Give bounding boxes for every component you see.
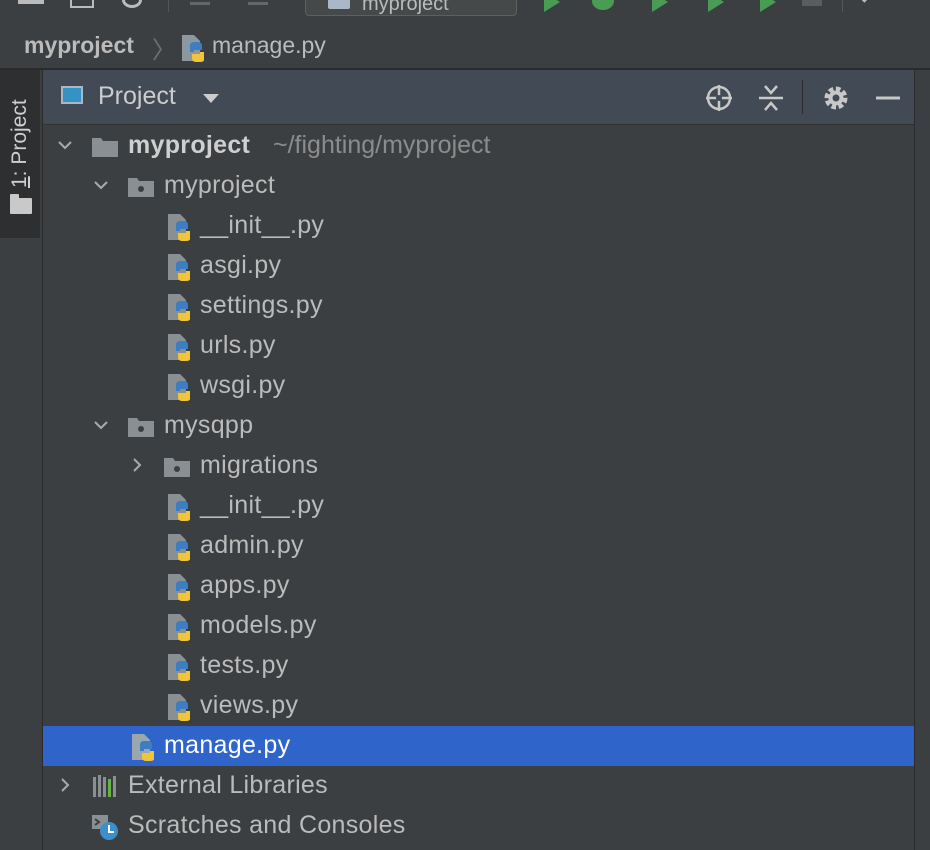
python-file-icon xyxy=(168,654,190,681)
file-label: asgi.py xyxy=(200,251,282,279)
file-label: admin.py xyxy=(200,531,304,559)
file-label: tests.py xyxy=(200,651,289,679)
python-file-icon xyxy=(132,734,154,761)
tree-row-root[interactable]: myproject ~/fighting/myproject xyxy=(43,126,914,166)
tree-row-folder[interactable]: migrations xyxy=(43,446,914,486)
chevron-down-icon[interactable] xyxy=(57,137,73,153)
stop-icon[interactable] xyxy=(802,0,822,6)
gear-icon[interactable] xyxy=(820,82,852,114)
hide-icon[interactable] xyxy=(872,82,904,114)
tree-row-file[interactable]: tests.py xyxy=(43,646,914,686)
project-tab-text: : Project xyxy=(8,99,31,177)
python-file-icon xyxy=(168,294,190,321)
run-configuration-select[interactable]: myproject xyxy=(305,0,517,16)
python-file-icon xyxy=(168,374,190,401)
tree-row-scratches[interactable]: Scratches and Consoles xyxy=(43,806,914,846)
project-tab-mnemonic: 1 xyxy=(8,176,31,188)
package-folder-icon xyxy=(164,458,190,477)
python-file-icon xyxy=(168,534,190,561)
run-with-coverage-icon[interactable] xyxy=(652,0,668,12)
breadcrumb-project[interactable]: myproject xyxy=(24,32,134,59)
tree-row-file[interactable]: apps.py xyxy=(43,566,914,606)
editor-edge xyxy=(914,70,930,850)
project-view-icon xyxy=(61,86,83,104)
file-label: urls.py xyxy=(200,331,276,359)
run-icon[interactable] xyxy=(544,0,560,12)
package-folder-icon xyxy=(128,418,154,437)
tree-row-file[interactable]: views.py xyxy=(43,686,914,726)
refresh-icon[interactable] xyxy=(122,0,142,8)
collapse-all-icon[interactable] xyxy=(755,82,787,114)
concurrency-icon[interactable] xyxy=(760,0,776,12)
scratches-icon xyxy=(92,815,118,840)
file-label: models.py xyxy=(200,611,317,639)
breadcrumb: myproject 〉 manage.py xyxy=(0,22,930,70)
back-icon[interactable] xyxy=(190,2,210,5)
python-file-icon xyxy=(168,494,190,521)
package-label: myproject xyxy=(164,171,276,199)
file-label: __init__.py xyxy=(200,211,325,239)
tree-row-file[interactable]: urls.py xyxy=(43,326,914,366)
folder-label: migrations xyxy=(200,451,319,479)
tree-row-file[interactable]: models.py xyxy=(43,606,914,646)
root-label: myproject xyxy=(128,131,251,159)
django-config-icon xyxy=(328,0,350,9)
breadcrumb-file[interactable]: manage.py xyxy=(212,32,326,59)
tree-row-file[interactable]: settings.py xyxy=(43,286,914,326)
package-folder-icon xyxy=(128,178,154,197)
library-icon xyxy=(93,775,116,797)
chevron-right-icon[interactable] xyxy=(129,457,145,473)
project-tool-tab[interactable]: 1: Project xyxy=(0,70,40,238)
tree-row-file[interactable]: __init__.py xyxy=(43,206,914,246)
file-label: apps.py xyxy=(200,571,290,599)
python-file-icon xyxy=(168,334,190,361)
tree-row-file[interactable]: asgi.py xyxy=(43,246,914,286)
build-icon[interactable] xyxy=(861,0,889,16)
root-path: ~/fighting/myproject xyxy=(273,131,491,159)
run-config-label: myproject xyxy=(362,0,449,15)
external-libraries-label: External Libraries xyxy=(128,771,328,799)
debug-icon[interactable] xyxy=(592,0,614,10)
project-tool-tab-label: 1: Project xyxy=(8,99,32,188)
profile-icon[interactable] xyxy=(708,0,724,12)
python-file-icon xyxy=(168,574,190,601)
locate-icon[interactable] xyxy=(703,82,735,114)
left-tool-stripe: 1: Project xyxy=(0,70,43,850)
panel-header: Project xyxy=(43,70,914,125)
breadcrumb-separator: 〉 xyxy=(152,37,176,64)
file-label: __init__.py xyxy=(200,491,325,519)
tree-row-package[interactable]: myproject xyxy=(43,166,914,206)
file-label: settings.py xyxy=(200,291,323,319)
python-file-icon xyxy=(182,35,204,62)
folder-icon xyxy=(92,138,118,157)
python-file-icon xyxy=(168,214,190,241)
tree-row-file[interactable]: wsgi.py xyxy=(43,366,914,406)
tree-row-file-selected[interactable]: manage.py xyxy=(43,726,914,766)
forward-icon[interactable] xyxy=(248,2,268,5)
tree-row-file[interactable]: __init__.py xyxy=(43,486,914,526)
project-panel: Project myproject ~/fighting/myproject m… xyxy=(43,70,914,850)
chevron-down-icon[interactable] xyxy=(203,94,219,103)
package-label: mysqpp xyxy=(164,411,254,439)
chevron-down-icon[interactable] xyxy=(93,177,109,193)
menu-icon[interactable] xyxy=(18,0,44,4)
python-file-icon xyxy=(168,694,190,721)
layout-icon[interactable] xyxy=(70,0,94,8)
main-toolbar: myproject xyxy=(0,0,930,22)
tree-row-external-libraries[interactable]: External Libraries xyxy=(43,766,914,806)
file-label: views.py xyxy=(200,691,299,719)
tree-row-package[interactable]: mysqpp xyxy=(43,406,914,446)
folder-icon xyxy=(10,194,32,214)
scratches-label: Scratches and Consoles xyxy=(128,811,406,839)
chevron-down-icon[interactable] xyxy=(93,417,109,433)
python-file-icon xyxy=(168,254,190,281)
view-selector-label[interactable]: Project xyxy=(98,82,176,111)
chevron-right-icon[interactable] xyxy=(57,777,73,793)
file-label: wsgi.py xyxy=(200,371,286,399)
file-label: manage.py xyxy=(164,731,291,759)
tree-row-file[interactable]: admin.py xyxy=(43,526,914,566)
python-file-icon xyxy=(168,614,190,641)
